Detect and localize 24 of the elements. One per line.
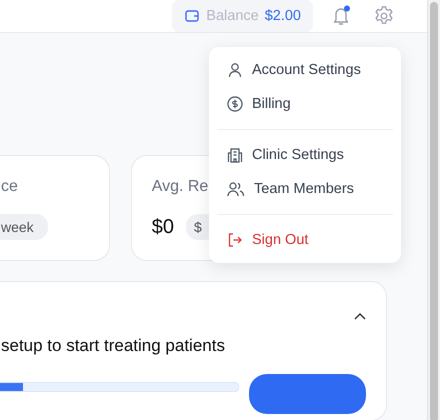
card-value: $0 [152, 216, 174, 238]
action-button[interactable] [248, 374, 366, 414]
card-title: ce [1, 178, 18, 196]
menu-item[interactable]: Account Settings [217, 53, 393, 87]
dollar-icon [227, 96, 243, 112]
balance-amount: $2.00 [264, 8, 301, 24]
users-icon [227, 181, 245, 197]
building-icon [227, 147, 243, 163]
balance-label: Balance [206, 8, 259, 24]
card-title: Avg. Re [152, 178, 208, 196]
card-badge: week [0, 214, 48, 240]
settings-icon [373, 5, 395, 27]
scrollbar[interactable] [427, 0, 440, 420]
balance-chip[interactable]: Balance $2.00 [172, 0, 313, 32]
bell-icon [331, 5, 351, 27]
chevron-up-icon[interactable] [354, 312, 366, 320]
wallet-icon [184, 8, 200, 24]
sign-out-icon [227, 232, 243, 248]
setup-text: setup to start treating patients [0, 336, 226, 356]
menu-item[interactable]: Billing [217, 87, 393, 121]
menu-item[interactable]: Clinic Settings [217, 138, 393, 172]
menu-item[interactable]: Sign Out [217, 223, 393, 257]
menu-item[interactable]: Team Members [217, 172, 393, 206]
user-icon [227, 62, 243, 78]
